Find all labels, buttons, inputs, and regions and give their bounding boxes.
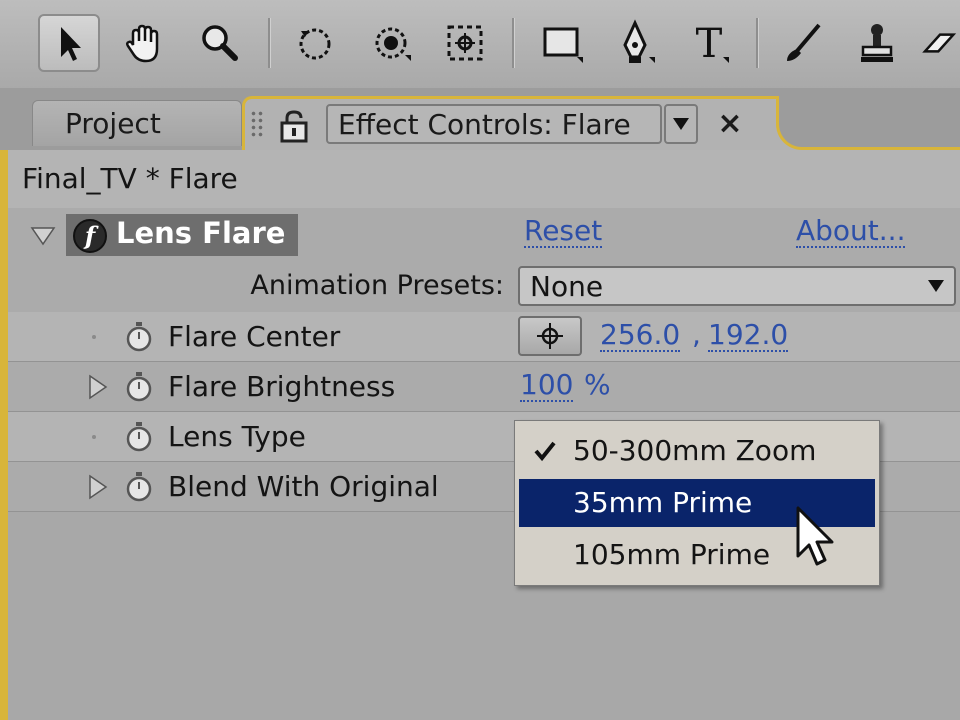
clone-stamp-tool-button[interactable] — [846, 14, 908, 72]
layer-path: Final_TV * Flare — [22, 162, 238, 195]
checkmark-icon — [534, 441, 556, 462]
stamp-icon — [861, 24, 893, 62]
mouse-cursor-icon — [796, 506, 834, 566]
menu-item-label: 50-300mm Zoom — [573, 434, 817, 467]
arrow-pointer-icon — [61, 27, 81, 61]
hand-icon — [125, 24, 159, 63]
type-tool-button[interactable]: T — [678, 14, 740, 72]
chevron-down-icon — [920, 270, 952, 302]
effect-header-row: f Lens Flare Reset About... — [8, 208, 960, 262]
reset-link[interactable]: Reset — [524, 216, 603, 248]
panel-tab-bar: Project Effect Controls: Flare × — [0, 88, 960, 150]
value-separator: , — [692, 318, 701, 351]
stopwatch-icon[interactable] — [124, 371, 154, 403]
effect-name: Lens Flare — [116, 216, 286, 250]
menu-item-label: 105mm Prime — [573, 538, 771, 571]
rotate-icon — [299, 28, 331, 60]
stopwatch-icon[interactable] — [124, 421, 154, 453]
animation-presets-row: Animation Presets: None — [8, 262, 960, 312]
magnifier-icon — [202, 25, 238, 61]
about-link[interactable]: About... — [796, 216, 906, 248]
type-icon: T — [696, 21, 729, 67]
pan-behind-icon — [447, 25, 483, 61]
menu-item-50-300mm-zoom[interactable]: 50-300mm Zoom — [519, 427, 875, 475]
rectangle-icon — [543, 27, 583, 63]
triangle-down-icon — [673, 118, 689, 130]
flare-brightness-value[interactable]: 100 — [520, 370, 574, 402]
svg-text:T: T — [696, 21, 723, 67]
property-label: Flare Brightness — [168, 370, 396, 403]
property-label: Lens Type — [168, 420, 306, 453]
effect-controls-title-box[interactable]: Effect Controls: Flare — [326, 104, 662, 144]
property-row-flare-center: Flare Center 256.0 , 192.0 — [8, 312, 960, 362]
tab-effect-controls-label: Effect Controls: Flare — [338, 108, 631, 141]
flare-brightness-unit: % — [584, 368, 611, 401]
fx-toggle-icon[interactable]: f — [72, 218, 108, 254]
crosshair-icon — [537, 323, 563, 349]
effect-name-badge[interactable]: f Lens Flare — [66, 214, 298, 256]
twirl-right-icon[interactable] — [84, 374, 110, 400]
tools-toolbar: T — [0, 0, 960, 89]
rectangle-tool-button[interactable] — [530, 14, 592, 72]
pen-tool-button[interactable] — [604, 14, 666, 72]
flare-center-x-value[interactable]: 256.0 — [600, 320, 681, 352]
zoom-tool-button[interactable] — [188, 14, 250, 72]
brush-tool-button[interactable] — [772, 14, 834, 72]
close-tab-icon[interactable]: × — [716, 106, 744, 142]
twirl-down-icon[interactable] — [30, 222, 56, 248]
orbit-camera-icon — [375, 27, 411, 61]
animation-presets-select[interactable]: None — [518, 266, 956, 306]
property-label: Flare Center — [168, 320, 341, 353]
layer-path-row: Final_TV * Flare — [8, 150, 960, 209]
point-target-button[interactable] — [518, 316, 582, 356]
bullet-dot — [92, 335, 96, 339]
property-row-flare-brightness: Flare Brightness 100 % — [8, 362, 960, 412]
pan-behind-tool-button[interactable] — [434, 14, 496, 72]
tab-layer-dropdown[interactable] — [664, 104, 698, 144]
eraser-tool-button[interactable] — [920, 14, 960, 72]
flare-center-y-value[interactable]: 192.0 — [708, 320, 789, 352]
tab-project-label: Project — [65, 107, 161, 140]
rotate-tool-button[interactable] — [284, 14, 346, 72]
stopwatch-icon[interactable] — [124, 471, 154, 503]
twirl-right-icon[interactable] — [84, 474, 110, 500]
hand-tool-button[interactable] — [112, 14, 174, 72]
stopwatch-icon[interactable] — [124, 321, 154, 353]
selection-tool-button[interactable] — [38, 14, 100, 72]
orbit-camera-tool-button[interactable] — [360, 14, 422, 72]
brush-icon — [787, 23, 821, 61]
animation-presets-value: None — [530, 270, 604, 303]
pen-icon — [623, 19, 655, 63]
property-label: Blend With Original — [168, 470, 439, 503]
tab-project[interactable]: Project — [32, 100, 242, 146]
tab-bar-remainder — [776, 96, 960, 150]
menu-item-label: 35mm Prime — [573, 486, 753, 519]
lock-icon[interactable] — [276, 108, 312, 144]
animation-presets-label: Animation Presets: — [250, 270, 504, 301]
eraser-icon — [922, 33, 957, 53]
bullet-dot — [92, 435, 96, 439]
panel-grip-icon[interactable] — [250, 110, 264, 138]
